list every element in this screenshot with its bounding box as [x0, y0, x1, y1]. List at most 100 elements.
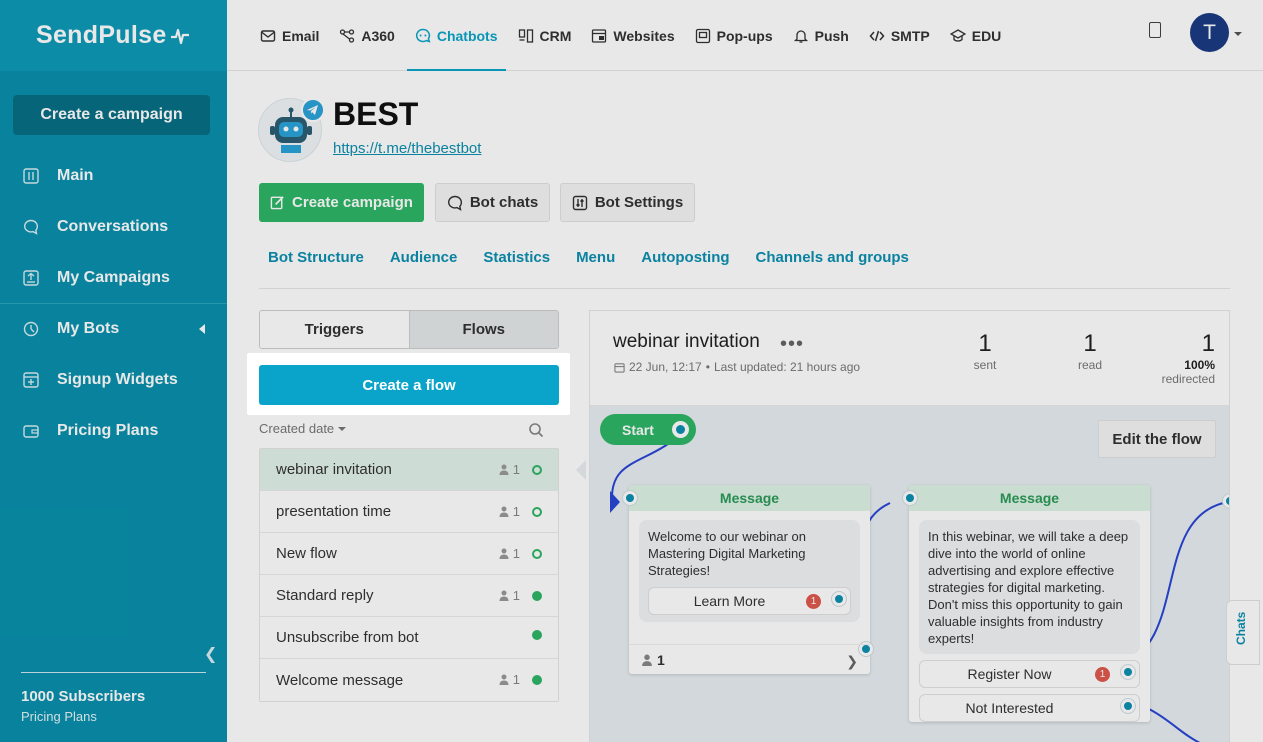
- settings-sliders-icon: [572, 195, 588, 210]
- output-port[interactable]: [1121, 665, 1135, 679]
- message-card[interactable]: Message Welcome to our webinar on Master…: [623, 485, 873, 674]
- sidebar-item-label: Conversations: [57, 217, 169, 235]
- collapse-sidebar-icon[interactable]: ❮: [204, 644, 217, 664]
- input-port[interactable]: [903, 491, 917, 505]
- logo-text: SendPulse: [36, 21, 167, 49]
- chevron-right-icon[interactable]: ❯: [846, 653, 858, 670]
- nav-smtp[interactable]: SMTP: [869, 0, 930, 71]
- tab-channels-and-groups[interactable]: Channels and groups: [756, 249, 909, 266]
- search-icon[interactable]: [528, 422, 544, 438]
- nav-label: Push: [814, 27, 849, 44]
- calendar-icon: [614, 362, 625, 373]
- sidebar: SendPulse Create a campaign Main Convers…: [0, 0, 227, 742]
- nav-websites[interactable]: Websites: [591, 0, 675, 71]
- top-nav-bar: Email A360 Chatbots CRM Websites Pop-ups…: [227, 0, 1263, 71]
- bot-settings-button[interactable]: Bot Settings: [560, 183, 695, 222]
- button-label: Bot chats: [469, 194, 539, 211]
- status-dot: [532, 590, 542, 601]
- subscribers-count: 1000 Subscribers: [21, 688, 146, 705]
- create-campaign-button[interactable]: Create campaign: [259, 183, 424, 222]
- sidebar-item-pricing-plans[interactable]: Pricing Plans: [0, 405, 227, 456]
- tab-menu[interactable]: Menu: [576, 249, 615, 266]
- pricing-plans-link[interactable]: Pricing Plans: [21, 709, 97, 724]
- flow-item-unsubscribe-from-bot[interactable]: Unsubscribe from bot: [260, 617, 558, 659]
- flow-canvas[interactable]: Start Edit the flow Message Welcome to o…: [590, 406, 1229, 742]
- output-port[interactable]: [832, 592, 846, 606]
- mobile-app-icon[interactable]: [1149, 22, 1161, 38]
- sort-label: Created date: [259, 421, 335, 436]
- tab-bot-structure[interactable]: Bot Structure: [268, 249, 364, 266]
- nav-label: Email: [282, 27, 320, 44]
- sidebar-item-signup-widgets[interactable]: Signup Widgets: [0, 354, 227, 405]
- sidebar-item-label: Signup Widgets: [57, 370, 178, 388]
- flow-preview-panel: webinar invitation ••• 22 Jun, 12:17 • L…: [589, 310, 1230, 742]
- flow-item-standard-reply[interactable]: Standard reply 1: [260, 575, 558, 617]
- main-icon: [22, 167, 40, 185]
- nav-email[interactable]: Email: [260, 0, 319, 71]
- status-dot: [532, 464, 542, 475]
- sendpulse-logo[interactable]: SendPulse: [36, 21, 190, 50]
- create-a-flow-button[interactable]: Create a flow: [259, 365, 559, 405]
- sidebar-nav: Main Conversations My Campaigns My Bots …: [0, 150, 227, 456]
- message-button-learn-more[interactable]: Learn More 1: [648, 587, 851, 615]
- chats-side-tab[interactable]: Chats: [1226, 600, 1260, 665]
- flow-updated: Last updated: 21 hours ago: [713, 360, 861, 374]
- sidebar-item-conversations[interactable]: Conversations: [0, 201, 227, 252]
- user-avatar[interactable]: T: [1190, 13, 1229, 52]
- message-text: In this webinar, we will take a deep div…: [928, 529, 1129, 646]
- status-dot: [532, 548, 542, 559]
- status-dot: [532, 506, 542, 517]
- flow-name: Standard reply: [276, 587, 374, 604]
- input-port[interactable]: [623, 491, 637, 505]
- flow-item-new-flow[interactable]: New flow 1: [260, 533, 558, 575]
- nav-chatbots[interactable]: Chatbots: [406, 0, 506, 71]
- person-icon: [642, 654, 652, 666]
- flow-count: 1: [512, 504, 520, 519]
- flow-item-welcome-message[interactable]: Welcome message 1: [260, 659, 558, 701]
- product-nav: Email A360 Chatbots CRM Websites Pop-ups…: [260, 0, 1021, 71]
- stat-value: 1: [1201, 330, 1215, 357]
- flow-item-presentation-time[interactable]: presentation time 1: [260, 491, 558, 533]
- nav-label: Chatbots: [436, 27, 498, 44]
- start-port[interactable]: [672, 421, 689, 438]
- bot-chats-button[interactable]: Bot chats: [435, 183, 550, 222]
- nav-a360[interactable]: A360: [339, 0, 395, 71]
- create-a-campaign-button[interactable]: Create a campaign: [13, 95, 210, 135]
- flow-count: 1: [512, 462, 520, 477]
- sidebar-item-my-campaigns[interactable]: My Campaigns: [0, 252, 227, 303]
- message-text: Welcome to our webinar on Mastering Digi…: [648, 529, 807, 578]
- nav-crm[interactable]: CRM: [518, 0, 572, 71]
- start-node[interactable]: Start: [600, 414, 696, 445]
- bot-link[interactable]: https://t.me/thebestbot: [333, 140, 481, 157]
- message-card[interactable]: Message In this webinar, we will take a …: [903, 485, 1150, 722]
- tab-triggers[interactable]: Triggers: [260, 311, 409, 348]
- edit-flow-button[interactable]: Edit the flow: [1098, 420, 1216, 458]
- nav-popups[interactable]: Pop-ups: [695, 0, 773, 71]
- flow-meta: 1: [499, 588, 542, 603]
- sort-dropdown[interactable]: Created date: [259, 421, 347, 436]
- flow-meta: 1: [499, 462, 542, 477]
- tab-flows[interactable]: Flows: [408, 311, 558, 348]
- email-icon: [260, 29, 276, 42]
- sidebar-item-main[interactable]: Main: [0, 150, 227, 201]
- tab-audience[interactable]: Audience: [390, 249, 458, 266]
- stat-label: read: [1077, 358, 1103, 372]
- nav-push[interactable]: Push: [793, 0, 849, 71]
- nav-label: Pop-ups: [716, 27, 773, 44]
- tab-statistics[interactable]: Statistics: [483, 249, 550, 266]
- tab-autoposting[interactable]: Autoposting: [641, 249, 729, 266]
- status-dot: [532, 630, 542, 640]
- sidebar-item-my-bots[interactable]: My Bots: [0, 303, 227, 354]
- chevron-down-icon[interactable]: [1234, 32, 1242, 36]
- flow-item-webinar-invitation[interactable]: webinar invitation 1: [260, 449, 558, 491]
- nav-edu[interactable]: EDU: [949, 0, 1001, 71]
- message-button-register-now[interactable]: Register Now 1: [919, 660, 1140, 688]
- flow-meta: [524, 630, 542, 640]
- nav-label: CRM: [539, 27, 572, 44]
- person-icon: [499, 548, 509, 559]
- more-options-icon[interactable]: •••: [780, 333, 804, 356]
- card-header: Message: [909, 485, 1150, 511]
- message-button-not-interested[interactable]: Not Interested: [919, 694, 1140, 722]
- output-port[interactable]: [1121, 699, 1135, 713]
- person-icon: [499, 464, 509, 475]
